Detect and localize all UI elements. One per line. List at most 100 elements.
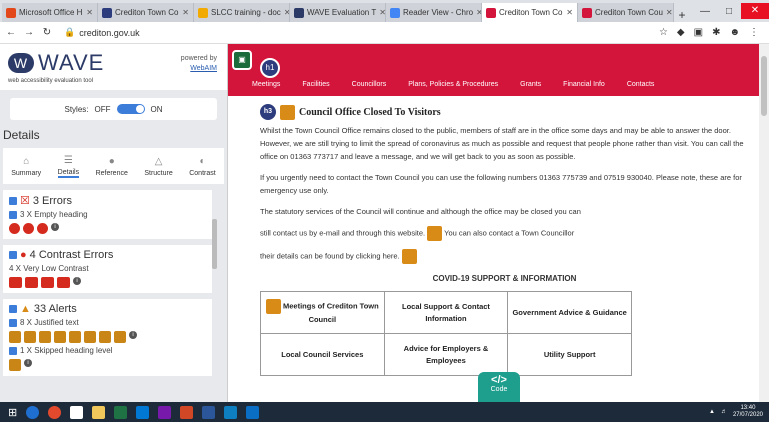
info-icon[interactable]: i bbox=[73, 277, 81, 285]
menu-item-plans[interactable]: Plans, Policies & Procedures bbox=[408, 81, 498, 88]
outlook-app-icon[interactable] bbox=[246, 405, 260, 419]
styles-toggle[interactable] bbox=[116, 104, 145, 114]
empty-heading-error-icon[interactable] bbox=[9, 223, 20, 234]
tab-reference[interactable]: ● Reference bbox=[96, 156, 128, 177]
link-alert-icon[interactable] bbox=[401, 249, 417, 264]
justified-text-alert-icon[interactable] bbox=[99, 331, 111, 343]
justified-text-checkbox[interactable] bbox=[9, 318, 17, 327]
reload-icon[interactable]: ↻ bbox=[40, 27, 54, 38]
extension-icon[interactable]: ◆ bbox=[677, 27, 685, 38]
browser-tab[interactable]: Crediton Town Co ✕ bbox=[482, 3, 578, 22]
windows-start-icon[interactable]: ⊞ bbox=[8, 406, 17, 419]
h1-badge[interactable]: h1 bbox=[260, 58, 280, 78]
clock[interactable]: 13:40 27/07/2020 bbox=[733, 405, 763, 419]
contrast-error-item-icon[interactable] bbox=[57, 277, 70, 288]
tab-close-icon[interactable]: ✕ bbox=[563, 8, 573, 17]
volume-icon[interactable]: ♬ bbox=[721, 409, 727, 416]
webaim-link[interactable]: WebAIM bbox=[190, 65, 217, 72]
table-cell[interactable]: Utility Support bbox=[507, 333, 632, 376]
minimize-button[interactable]: — bbox=[693, 6, 717, 17]
puzzle-icon[interactable]: ✱ bbox=[712, 27, 720, 38]
menu-item-grants[interactable]: Grants bbox=[520, 81, 541, 88]
browser-tab[interactable]: Reader View - Chro✕ bbox=[386, 3, 482, 22]
errors-checkbox[interactable] bbox=[9, 196, 17, 205]
empty-heading-checkbox[interactable] bbox=[9, 210, 17, 219]
alerts-checkbox[interactable] bbox=[9, 305, 17, 313]
empty-heading-error-icon[interactable] bbox=[23, 223, 34, 234]
empty-heading-error-icon[interactable] bbox=[37, 223, 48, 234]
justified-text-alert-icon[interactable] bbox=[39, 331, 51, 343]
menu-item-facilities[interactable]: Facilities bbox=[302, 81, 329, 88]
table-cell[interactable]: Government Advice & Guidance bbox=[507, 291, 632, 334]
justified-text-alert-icon[interactable] bbox=[69, 331, 81, 343]
back-icon[interactable]: ← bbox=[4, 27, 18, 38]
info-icon[interactable]: i bbox=[129, 331, 137, 339]
reader-icon[interactable]: ▣ bbox=[694, 27, 703, 38]
tab-close-icon[interactable]: ✕ bbox=[663, 8, 673, 17]
menu-item-meetings[interactable]: Meetings bbox=[252, 81, 280, 88]
skipped-heading-alert-icon[interactable] bbox=[9, 359, 21, 371]
menu-item-financial[interactable]: Financial Info bbox=[563, 81, 605, 88]
tab-close-icon[interactable]: ✕ bbox=[376, 8, 385, 17]
alert-flag-icon[interactable] bbox=[280, 104, 295, 120]
h3-badge[interactable]: h3 bbox=[260, 104, 276, 120]
new-tab-button[interactable]: + bbox=[674, 8, 690, 22]
code-button[interactable]: </> Code bbox=[478, 372, 520, 402]
table-cell[interactable]: Local Support & Contact Information bbox=[383, 291, 509, 334]
justified-text-alert-icon[interactable] bbox=[114, 331, 126, 343]
justified-text-alert-icon[interactable] bbox=[54, 331, 66, 343]
sidebar-scrollbar[interactable] bbox=[212, 219, 217, 269]
file-explorer-icon[interactable] bbox=[92, 405, 106, 419]
contrast-error-item-icon[interactable] bbox=[9, 277, 22, 288]
link-alert-icon[interactable] bbox=[427, 226, 443, 241]
edge-icon[interactable] bbox=[26, 405, 40, 419]
menu-item-councillors[interactable]: Councillors bbox=[352, 81, 387, 88]
tab-contrast[interactable]: ◐ Contrast bbox=[189, 156, 215, 177]
contrast-checkbox[interactable] bbox=[9, 251, 17, 259]
tab-summary[interactable]: ⌂ Summary bbox=[11, 156, 41, 177]
browser-tab[interactable]: WAVE Evaluation T ✕ bbox=[290, 3, 386, 22]
tab-close-icon[interactable]: ✕ bbox=[473, 8, 481, 17]
table-cell[interactable]: Advice for Employers & Employees bbox=[383, 333, 509, 376]
contrast-error-item-icon[interactable] bbox=[25, 277, 38, 288]
browser-tab[interactable]: Crediton Town Cou ✕ bbox=[578, 3, 674, 22]
tab-structure[interactable]: △ Structure bbox=[144, 156, 172, 177]
url-field[interactable]: 🔒 crediton.gov.uk bbox=[64, 27, 140, 38]
onenote-icon[interactable] bbox=[158, 405, 172, 419]
star-icon[interactable]: ☆ bbox=[659, 27, 668, 38]
tab-close-icon[interactable]: ✕ bbox=[179, 8, 189, 17]
tab-close-icon[interactable]: ✕ bbox=[281, 8, 289, 17]
justified-text-alert-icon[interactable] bbox=[24, 331, 36, 343]
browser-tab[interactable]: Microsoft Office H ✕ bbox=[2, 3, 98, 22]
outlook-icon[interactable] bbox=[136, 405, 150, 419]
browser-tab[interactable]: SLCC training - doc ✕ bbox=[194, 3, 290, 22]
home-icon[interactable] bbox=[70, 405, 84, 419]
justified-text-alert-icon[interactable] bbox=[84, 331, 96, 343]
tab-details[interactable]: ☰ Details bbox=[57, 155, 80, 178]
account-icon[interactable]: ☻ bbox=[729, 27, 740, 38]
table-cell[interactable]: Meetings of Crediton Town Council bbox=[260, 291, 385, 334]
info-icon[interactable]: i bbox=[51, 223, 59, 231]
contrast-error-item-icon[interactable] bbox=[41, 277, 54, 288]
menu-icon[interactable]: ⋮ bbox=[749, 27, 759, 38]
menu-item-contacts[interactable]: Contacts bbox=[627, 81, 655, 88]
tab-close-icon[interactable]: ✕ bbox=[83, 8, 93, 17]
close-window-button[interactable]: ✕ bbox=[741, 3, 769, 19]
maximize-button[interactable]: □ bbox=[717, 6, 741, 17]
chrome-icon[interactable] bbox=[48, 405, 62, 419]
browser-tab[interactable]: Crediton Town Co ✕ bbox=[98, 3, 194, 22]
info-icon[interactable]: i bbox=[24, 359, 32, 367]
justified-text-alert-icon[interactable] bbox=[9, 331, 21, 343]
page-scrollbar[interactable] bbox=[759, 44, 769, 402]
wave-logo-icon: W bbox=[8, 53, 34, 73]
skipped-heading-checkbox[interactable] bbox=[9, 346, 17, 355]
scrollbar-thumb[interactable] bbox=[761, 56, 767, 116]
wave-structure-icon[interactable]: ▣ bbox=[232, 50, 252, 70]
powerpoint-icon[interactable] bbox=[180, 405, 194, 419]
table-cell[interactable]: Local Council Services bbox=[260, 333, 385, 376]
forward-icon[interactable]: → bbox=[22, 27, 36, 38]
excel-icon[interactable] bbox=[114, 405, 128, 419]
publisher-icon[interactable] bbox=[224, 405, 238, 419]
word-icon[interactable] bbox=[202, 405, 216, 419]
network-icon[interactable]: ▲ bbox=[709, 409, 715, 416]
